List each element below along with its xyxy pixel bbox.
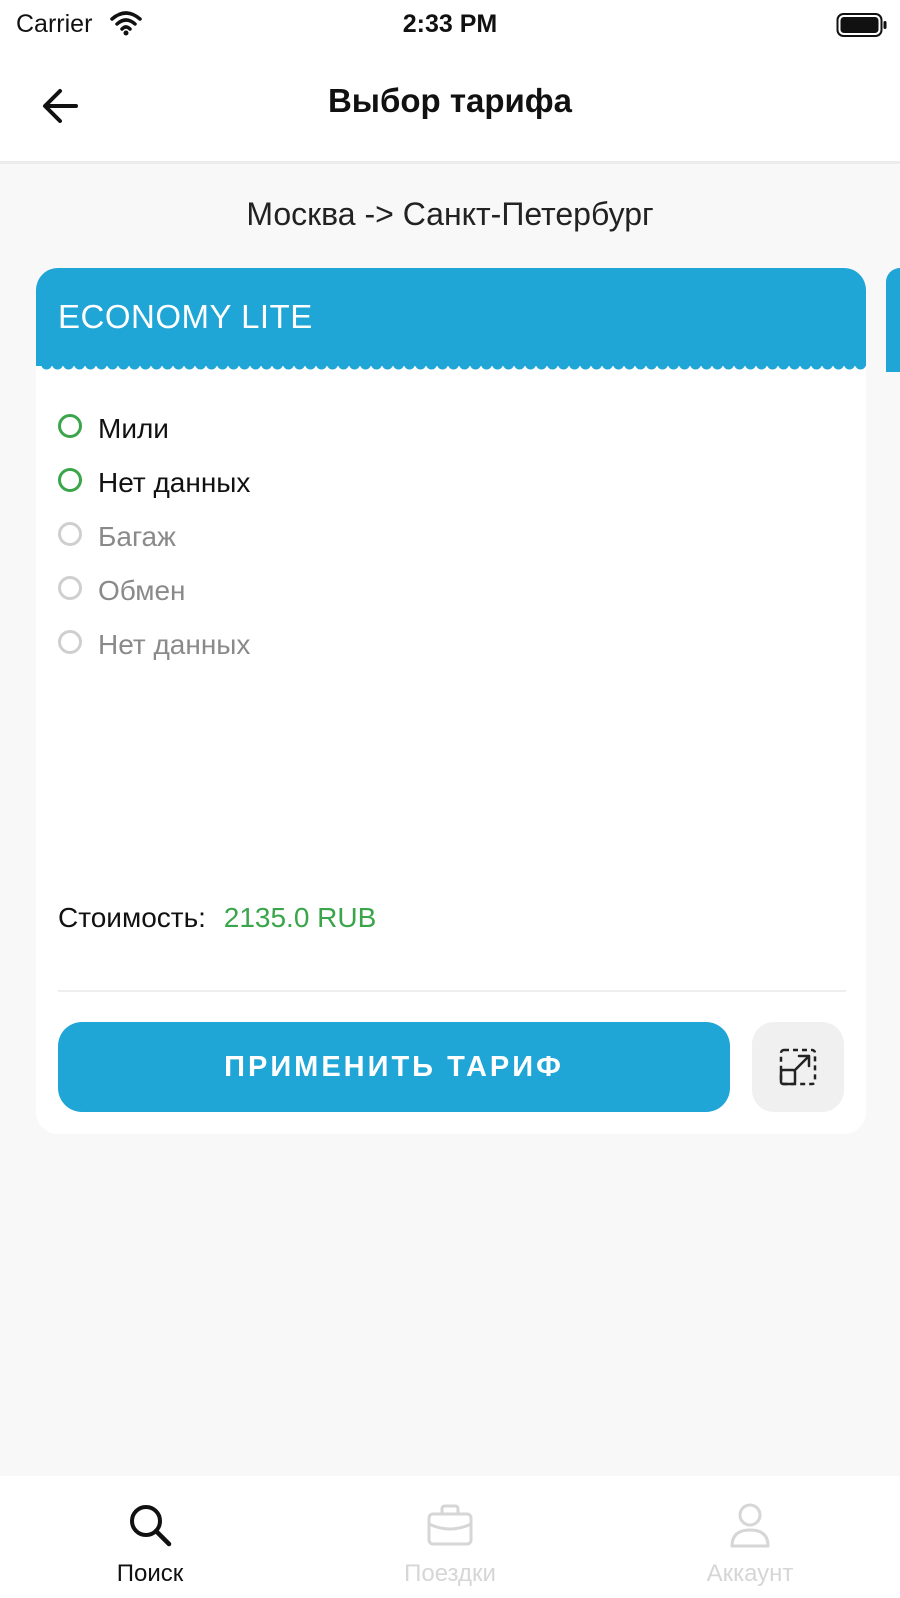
divider [58, 990, 846, 992]
price-row: Стоимость: 2135.0 RUB [58, 902, 376, 934]
status-time: 2:33 PM [402, 10, 498, 38]
briefcase-icon [427, 1504, 473, 1546]
expand-button[interactable] [752, 1022, 844, 1112]
feature-item: Нет данных [58, 618, 250, 672]
search-icon [130, 1505, 172, 1547]
user-icon [730, 1503, 770, 1548]
feature-label: Мили [98, 413, 169, 444]
tariff-card-header: ECONOMY LITE [36, 268, 866, 366]
feature-status-icon [58, 468, 82, 492]
expand-icon [779, 1048, 817, 1086]
route-label: Москва -> Санкт-Петербург [246, 196, 654, 232]
feature-label: Нет данных [98, 467, 251, 498]
tariff-name: ECONOMY LITE [58, 298, 313, 335]
tab-bar: Поиск Поездки Аккаунт [0, 1476, 900, 1598]
feature-item: Мили [58, 402, 250, 456]
price-label: Стоимость: [58, 902, 206, 933]
feature-item: Багаж [58, 510, 250, 564]
feature-status-icon [58, 576, 82, 600]
price-value: 2135.0 RUB [223, 902, 377, 933]
battery-icon [836, 13, 887, 37]
feature-list: Мили Нет данных Багаж Обмен Нет данных [58, 402, 250, 672]
page-title: Выбор тарифа [327, 82, 573, 119]
tab-label: Аккаунт [706, 1560, 794, 1587]
next-tariff-card[interactable] [886, 268, 900, 372]
feature-status-icon [58, 414, 82, 438]
feature-status-icon [58, 630, 82, 654]
status-bar: Carrier 2:33 PM [0, 0, 900, 50]
feature-label: Багаж [98, 521, 176, 552]
nav-header: Выбор тарифа [0, 50, 900, 164]
feature-item: Обмен [58, 564, 250, 618]
feature-label: Нет данных [98, 629, 251, 660]
tab-search[interactable]: Поиск [0, 1476, 300, 1598]
feature-label: Обмен [98, 575, 186, 606]
feature-item: Нет данных [58, 456, 250, 510]
tab-trips[interactable]: Поездки [300, 1476, 600, 1598]
tariff-card[interactable]: ECONOMY LITE Мили Нет данных Багаж Обмен… [36, 268, 866, 1134]
feature-status-icon [58, 522, 82, 546]
apply-tariff-button[interactable]: ПРИМЕНИТЬ ТАРИФ [58, 1022, 730, 1112]
tab-label: Поиск [116, 1560, 184, 1587]
tab-account[interactable]: Аккаунт [600, 1476, 900, 1598]
wavy-edge [36, 358, 866, 370]
tab-label: Поездки [404, 1560, 496, 1587]
